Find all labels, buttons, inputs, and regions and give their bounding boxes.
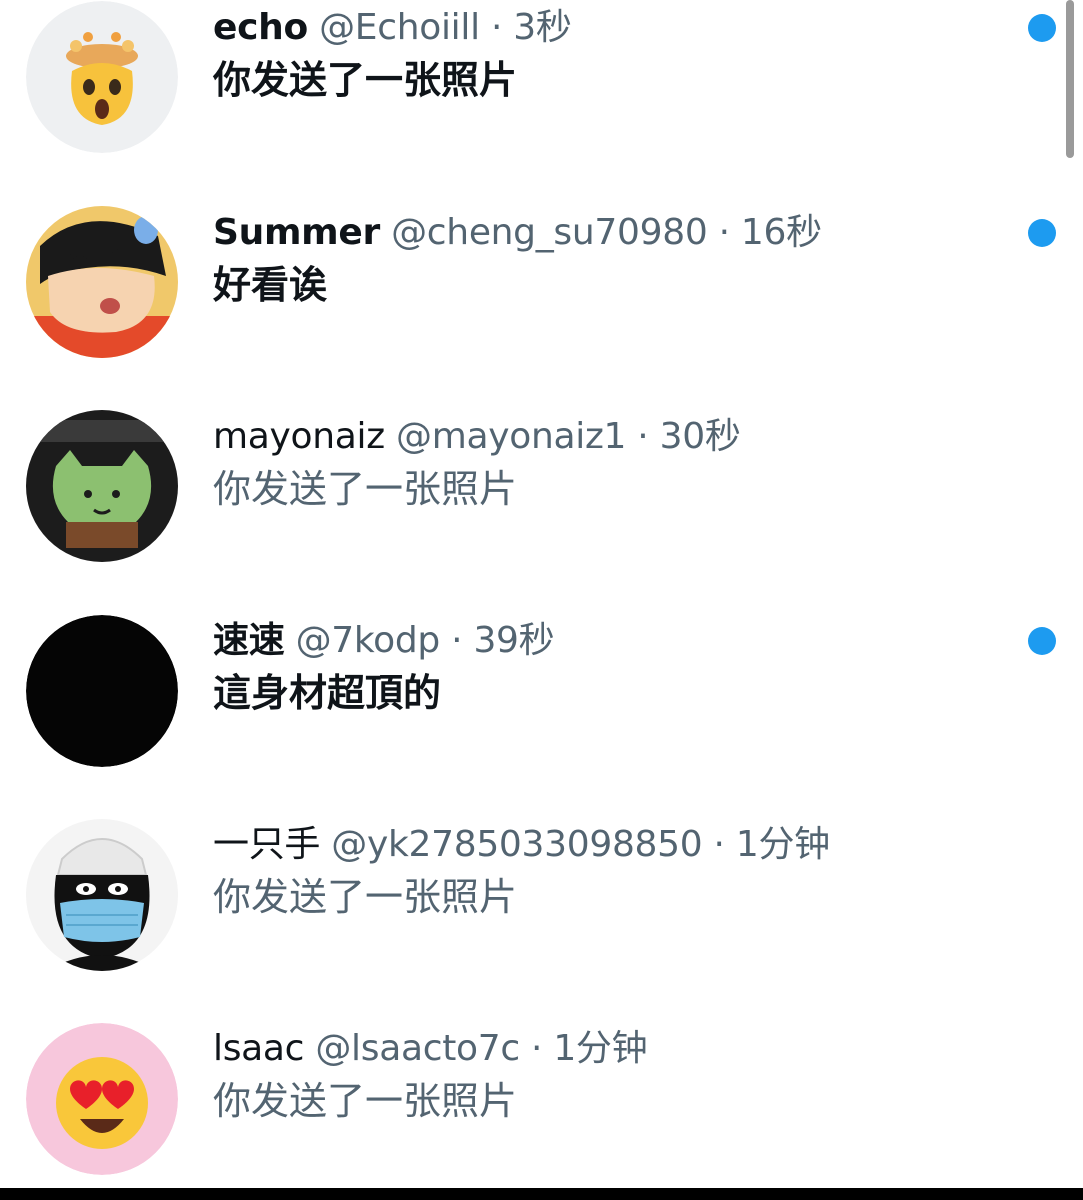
conversation-header: mayonaiz @mayonaiz1 · 30秒 bbox=[213, 415, 1003, 459]
unread-indicator-icon bbox=[1028, 627, 1056, 655]
conversation-text: mayonaiz @mayonaiz1 · 30秒 你发送了一张照片 bbox=[213, 415, 1003, 515]
conversation-text: echo @Echoiill · 3秒 你发送了一张照片 bbox=[213, 6, 1003, 106]
user-handle: @mayonaiz1 bbox=[396, 416, 627, 457]
user-handle: @yk2785033098850 bbox=[331, 824, 703, 865]
unread-indicator-icon bbox=[1028, 219, 1056, 247]
messages-screen: echo @Echoiill · 3秒 你发送了一张照片 Summer @che… bbox=[0, 0, 1083, 1200]
separator-dot: · bbox=[637, 416, 649, 457]
avatar[interactable] bbox=[26, 1, 178, 153]
user-handle: @cheng_su70980 bbox=[391, 212, 708, 253]
message-preview: 你发送了一张照片 bbox=[213, 1079, 518, 1123]
bottom-edge-bar bbox=[0, 1188, 1083, 1200]
unread-indicator-icon bbox=[1028, 14, 1056, 42]
conversation-text: 速速 @7kodp · 39秒 這身材超頂的 bbox=[213, 619, 1003, 719]
conversation-row[interactable]: lsaac @lsaacto7c · 1分钟 你发送了一张照片 bbox=[0, 1021, 1083, 1200]
separator-dot: · bbox=[490, 7, 503, 48]
masked-figure-icon bbox=[26, 819, 178, 971]
message-preview: 你发送了一张照片 bbox=[213, 58, 518, 102]
separator-dot: · bbox=[451, 620, 463, 661]
conversation-text: Summer @cheng_su70980 · 16秒 好看诶 bbox=[213, 211, 1003, 311]
heart-eyes-emoji-icon bbox=[26, 1023, 178, 1175]
cartoon-boy-icon bbox=[26, 206, 178, 358]
green-cat-icon bbox=[26, 410, 178, 562]
shocked-emoji-icon bbox=[26, 1, 178, 153]
timestamp: 16秒 bbox=[740, 212, 822, 253]
conversation-row[interactable]: echo @Echoiill · 3秒 你发送了一张照片 bbox=[0, 0, 1083, 205]
conversation-text: 一只手 @yk2785033098850 · 1分钟 你发送了一张照片 bbox=[213, 823, 1003, 923]
conversation-row[interactable]: Summer @cheng_su70980 · 16秒 好看诶 bbox=[0, 205, 1083, 409]
display-name: 速速 bbox=[213, 620, 285, 661]
separator-dot: · bbox=[531, 1028, 543, 1069]
scrollbar[interactable] bbox=[1066, 0, 1074, 158]
conversation-header: 速速 @7kodp · 39秒 bbox=[213, 619, 1003, 663]
timestamp: 1分钟 bbox=[735, 824, 830, 865]
message-preview: 你发送了一张照片 bbox=[213, 875, 518, 919]
user-handle: @Echoiill bbox=[319, 7, 480, 48]
display-name: Summer bbox=[213, 212, 380, 253]
timestamp: 30秒 bbox=[659, 416, 741, 457]
conversation-text: lsaac @lsaacto7c · 1分钟 你发送了一张照片 bbox=[213, 1027, 1003, 1127]
avatar[interactable] bbox=[26, 206, 178, 358]
separator-dot: · bbox=[718, 212, 730, 253]
message-preview: 這身材超頂的 bbox=[213, 671, 442, 715]
avatar[interactable] bbox=[26, 819, 178, 971]
user-handle: @lsaacto7c bbox=[315, 1028, 520, 1069]
conversation-row[interactable]: mayonaiz @mayonaiz1 · 30秒 你发送了一张照片 bbox=[0, 409, 1083, 613]
separator-dot: · bbox=[713, 824, 725, 865]
avatar[interactable] bbox=[26, 615, 178, 767]
display-name: lsaac bbox=[213, 1028, 305, 1069]
black-avatar-icon bbox=[26, 615, 178, 767]
conversation-list: echo @Echoiill · 3秒 你发送了一张照片 Summer @che… bbox=[0, 0, 1083, 1200]
conversation-header: Summer @cheng_su70980 · 16秒 bbox=[213, 211, 1003, 255]
conversation-header: lsaac @lsaacto7c · 1分钟 bbox=[213, 1027, 1003, 1071]
timestamp: 1分钟 bbox=[553, 1028, 648, 1069]
avatar[interactable] bbox=[26, 1023, 178, 1175]
conversation-row[interactable]: 一只手 @yk2785033098850 · 1分钟 你发送了一张照片 bbox=[0, 817, 1083, 1021]
timestamp: 3秒 bbox=[513, 7, 572, 48]
avatar[interactable] bbox=[26, 410, 178, 562]
message-preview: 你发送了一张照片 bbox=[213, 467, 518, 511]
conversation-header: 一只手 @yk2785033098850 · 1分钟 bbox=[213, 823, 1003, 867]
conversation-row[interactable]: 速速 @7kodp · 39秒 這身材超頂的 bbox=[0, 613, 1083, 817]
message-preview: 好看诶 bbox=[213, 263, 328, 307]
conversation-header: echo @Echoiill · 3秒 bbox=[213, 6, 1003, 50]
timestamp: 39秒 bbox=[473, 620, 555, 661]
display-name: mayonaiz bbox=[213, 416, 385, 457]
user-handle: @7kodp bbox=[295, 620, 441, 661]
display-name: echo bbox=[213, 7, 308, 48]
display-name: 一只手 bbox=[213, 824, 321, 865]
